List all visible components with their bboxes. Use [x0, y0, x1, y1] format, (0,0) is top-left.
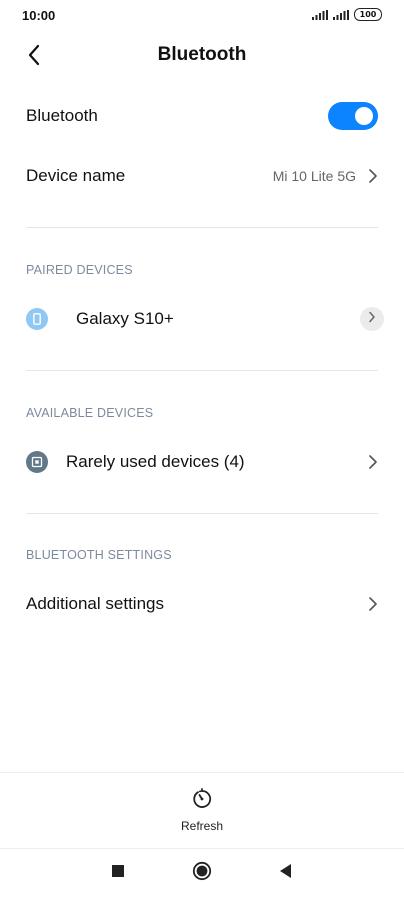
rarely-used-devices-label: Rarely used devices (4) [66, 452, 245, 471]
bluetooth-toggle[interactable] [328, 102, 378, 130]
navigation-bar [0, 851, 404, 897]
back-icon [279, 863, 292, 883]
chevron-right-icon [368, 597, 378, 611]
additional-settings-row[interactable]: Additional settings [0, 576, 404, 632]
chevron-right-icon [368, 455, 378, 469]
status-time: 10:00 [22, 8, 56, 23]
device-details-button[interactable] [360, 307, 384, 331]
home-icon [192, 861, 212, 886]
bluetooth-settings-header: BLUETOOTH SETTINGS [26, 548, 172, 562]
phone-icon [26, 308, 48, 330]
device-name-row[interactable]: Device name Mi 10 Lite 5G [0, 148, 404, 204]
page-title: Bluetooth [157, 44, 247, 65]
home-button[interactable] [187, 861, 217, 885]
refresh-label: Refresh [180, 819, 224, 833]
chevron-right-icon [368, 169, 378, 183]
signal-icon [333, 9, 349, 20]
device-icon [26, 451, 48, 473]
paired-devices-header: PAIRED DEVICES [26, 263, 133, 277]
bottom-bar-divider [0, 772, 404, 773]
bluetooth-toggle-row[interactable]: Bluetooth [0, 88, 404, 144]
nav-divider [0, 848, 404, 849]
refresh-button[interactable]: Refresh [162, 788, 242, 836]
battery-icon: 100 [354, 8, 382, 21]
toggle-knob [355, 107, 373, 125]
device-name-value: Mi 10 Lite 5G [272, 168, 356, 184]
divider [26, 513, 378, 514]
status-icons: 100 [312, 8, 382, 21]
recents-button[interactable] [103, 861, 133, 885]
recents-icon [112, 864, 124, 882]
device-name-label: Device name [26, 166, 126, 185]
signal-icon [312, 9, 328, 20]
chevron-right-icon [368, 310, 376, 328]
nav-back-button[interactable] [270, 861, 300, 885]
divider [26, 227, 378, 228]
paired-device-name: Galaxy S10+ [76, 309, 174, 328]
paired-device-row[interactable]: Galaxy S10+ [0, 291, 404, 347]
refresh-icon [191, 788, 213, 815]
divider [26, 370, 378, 371]
bluetooth-label: Bluetooth [26, 106, 98, 125]
rarely-used-devices-row[interactable]: Rarely used devices (4) [0, 434, 404, 490]
additional-settings-label: Additional settings [26, 594, 164, 613]
available-devices-header: AVAILABLE DEVICES [26, 406, 154, 420]
